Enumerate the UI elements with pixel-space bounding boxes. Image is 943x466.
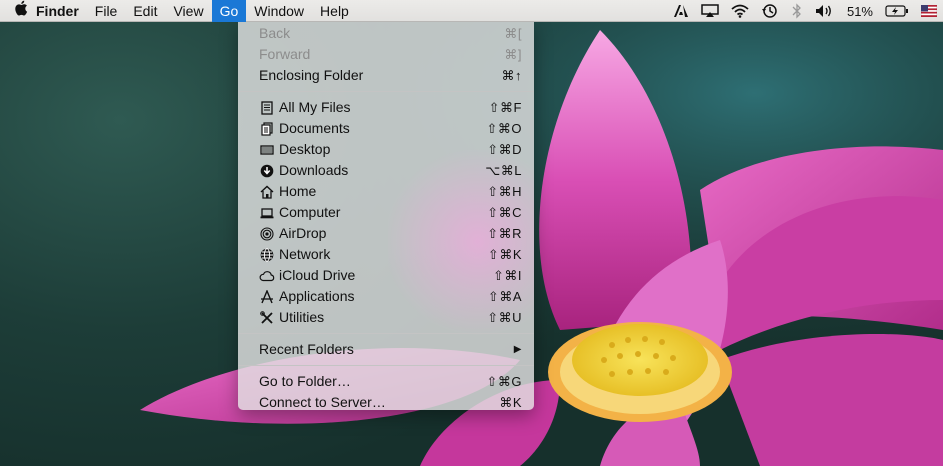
submenu-arrow-icon: ▶: [513, 344, 522, 355]
menu-edit[interactable]: Edit: [125, 0, 165, 22]
menu-item-connect-to-server[interactable]: Connect to Server… ⌘K: [238, 392, 534, 410]
menu-item-label: Utilities: [279, 309, 325, 325]
menu-item-enclosing-folder[interactable]: Enclosing Folder ⌘↑: [238, 65, 534, 86]
shortcut-label: ⇧⌘C: [487, 205, 522, 220]
home-icon: [259, 184, 275, 200]
volume-icon[interactable]: [809, 0, 841, 22]
menu-item-all-my-files[interactable]: All My Files ⇧⌘F: [238, 97, 534, 118]
menu-item-label: Home: [279, 183, 317, 199]
applications-icon: [259, 289, 275, 305]
menu-item-network[interactable]: Network ⇧⌘K: [238, 244, 534, 265]
status-area: 51%: [667, 0, 943, 22]
shortcut-label: ⇧⌘H: [487, 184, 522, 199]
menu-item-desktop[interactable]: Desktop ⇧⌘D: [238, 139, 534, 160]
menu-item-applications[interactable]: Applications ⇧⌘A: [238, 286, 534, 307]
adobe-icon[interactable]: [667, 0, 695, 22]
menu-item-computer[interactable]: Computer ⇧⌘C: [238, 202, 534, 223]
shortcut-label: ⇧⌘G: [486, 374, 522, 389]
menu-item-utilities[interactable]: Utilities ⇧⌘U: [238, 307, 534, 328]
shortcut-label: ⇧⌘U: [487, 310, 522, 325]
shortcut-label: ⌥⌘L: [485, 163, 522, 178]
airplay-icon[interactable]: [695, 0, 725, 22]
menu-item-label: Enclosing Folder: [259, 67, 364, 83]
menu-item-label: Applications: [279, 288, 355, 304]
downloads-icon: [259, 163, 275, 179]
menu-item-recent-folders[interactable]: Recent Folders ▶: [238, 339, 534, 360]
menu-window[interactable]: Window: [246, 0, 312, 22]
menu-finder[interactable]: Finder: [28, 0, 87, 22]
menu-item-label: Forward: [259, 46, 311, 62]
menu-item-documents[interactable]: Documents ⇧⌘O: [238, 118, 534, 139]
menu-item-label: Network: [279, 246, 331, 262]
menu-separator: [238, 333, 534, 334]
shortcut-label: ⇧⌘A: [487, 289, 522, 304]
menu-view[interactable]: View: [165, 0, 211, 22]
shortcut-label: ⇧⌘O: [486, 121, 522, 136]
menu-item-forward[interactable]: Forward ⌘]: [238, 44, 534, 65]
menu-item-back[interactable]: Back ⌘[: [238, 23, 534, 44]
menu-item-icloud-drive[interactable]: iCloud Drive ⇧⌘I: [238, 265, 534, 286]
all-files-icon: [259, 100, 275, 116]
menu-item-downloads[interactable]: Downloads ⌥⌘L: [238, 160, 534, 181]
menu-item-label: AirDrop: [279, 225, 327, 241]
bluetooth-icon[interactable]: [785, 0, 809, 22]
shortcut-label: ⇧⌘F: [488, 100, 522, 115]
battery-percent: 51%: [846, 3, 873, 19]
menu-separator: [238, 91, 534, 92]
menu-item-label: Connect to Server…: [259, 394, 386, 410]
menu-item-label: All My Files: [279, 99, 351, 115]
menu-item-label: Go to Folder…: [259, 373, 351, 389]
battery-charging-icon[interactable]: [879, 0, 915, 22]
apple-menu-icon[interactable]: [0, 0, 28, 22]
menu-separator: [238, 365, 534, 366]
menu-item-go-to-folder[interactable]: Go to Folder… ⇧⌘G: [238, 371, 534, 392]
airdrop-icon: [259, 226, 275, 242]
menu-item-label: iCloud Drive: [279, 267, 356, 283]
shortcut-label: ⌘↑: [501, 68, 522, 83]
shortcut-label: ⇧⌘K: [487, 247, 522, 262]
input-source-flag-icon[interactable]: [915, 0, 943, 22]
shortcut-label: ⌘[: [504, 26, 522, 41]
shortcut-label: ⇧⌘D: [487, 142, 522, 157]
network-icon: [259, 247, 275, 263]
desktop-icon: [259, 142, 275, 158]
menu-item-label: Documents: [279, 120, 350, 136]
go-menu-dropdown: Back ⌘[ Forward ⌘] Enclosing Folder ⌘↑ A…: [238, 22, 534, 410]
menu-item-airdrop[interactable]: AirDrop ⇧⌘R: [238, 223, 534, 244]
menu-go[interactable]: Go: [211, 0, 247, 22]
icloud-icon: [259, 268, 275, 284]
shortcut-label: ⌘]: [504, 47, 522, 62]
menu-item-home[interactable]: Home ⇧⌘H: [238, 181, 534, 202]
shortcut-label: ⇧⌘I: [492, 268, 522, 283]
menu-item-label: Recent Folders: [259, 341, 354, 357]
shortcut-label: ⇧⌘R: [487, 226, 522, 241]
documents-icon: [259, 121, 275, 137]
menu-file[interactable]: File: [87, 0, 126, 22]
menu-item-label: Computer: [279, 204, 341, 220]
shortcut-label: ⌘K: [499, 395, 522, 410]
time-machine-icon[interactable]: [755, 0, 785, 22]
menu-bar: Finder File Edit View Go Window Help 51%: [0, 0, 943, 22]
menu-item-label: Desktop: [279, 141, 331, 157]
menu-item-label: Back: [259, 25, 291, 41]
wifi-icon[interactable]: [725, 0, 755, 22]
menu-item-label: Downloads: [279, 162, 349, 178]
computer-icon: [259, 205, 275, 221]
menu-help[interactable]: Help: [312, 0, 357, 22]
utilities-icon: [259, 310, 275, 326]
